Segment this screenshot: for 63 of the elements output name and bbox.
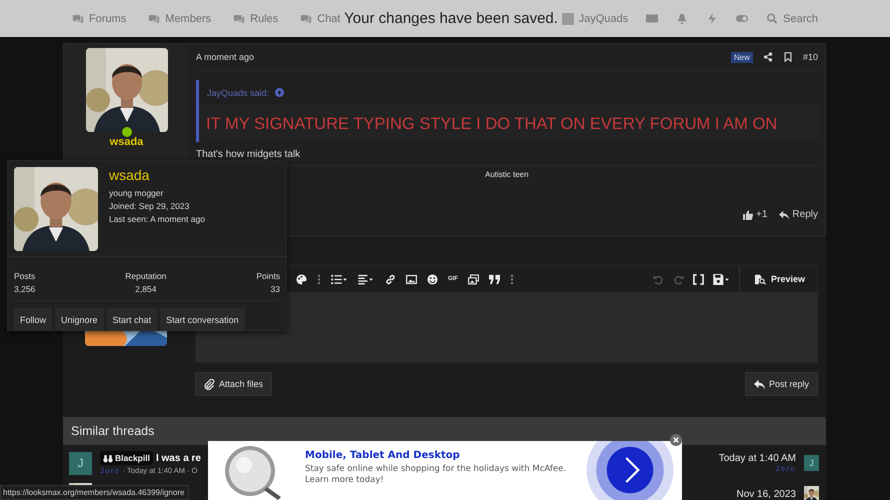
quote-text: IT MY SIGNATURE TYPING STYLE I DO THAT ON EVERY FORUM I AM ON [205, 114, 778, 135]
letter-avatar[interactable]: J [69, 452, 92, 474]
align-left-icon[interactable] [358, 274, 375, 284]
palette-icon[interactable] [296, 274, 307, 284]
post-reply-button[interactable]: Post reply [744, 372, 818, 396]
binoculars-icon [103, 454, 113, 462]
post-number-link[interactable]: #10 [802, 52, 818, 62]
toggle-icon[interactable] [736, 13, 748, 24]
profile-action-button[interactable]: Start conversation [160, 308, 245, 331]
profile-action-button[interactable]: Start chat [106, 308, 158, 331]
status-bar-url: https://looksmax.org/members/wsada.46399/ignore [0, 485, 190, 500]
attach-files-button[interactable]: Attach files [195, 372, 272, 396]
toast-message: Your changes have been saved. [344, 10, 558, 27]
username-link[interactable]: wsada [110, 136, 144, 148]
joined-date: Joined: Sep 29, 2023 [109, 201, 190, 211]
paperclip-icon [204, 378, 215, 390]
prefix-tag[interactable]: Blackpill [100, 451, 153, 465]
stat-label: Posts [14, 271, 36, 281]
last-post-date: Nov 16, 2023 [736, 488, 796, 500]
media-icon[interactable] [468, 274, 479, 284]
close-icon[interactable] [670, 434, 682, 446]
user-title: young mogger [109, 188, 164, 198]
like-button[interactable]: +1 [743, 209, 768, 220]
share-icon[interactable] [762, 52, 773, 62]
post-time: A moment ago [196, 52, 254, 62]
quote-icon[interactable] [489, 274, 500, 284]
ad-banner[interactable]: Mobile, Tablet And Desktop Stay safe online while shopping for the holidays with McAfee. Learn more today! [208, 441, 682, 500]
last-seen-text: Last seen: A moment ago [109, 214, 205, 224]
profile-action-button[interactable]: Unignore [55, 308, 104, 331]
ad-text: Stay safe online while shopping for the holidays with McAfee. Learn more today! [305, 464, 568, 486]
new-badge: New [730, 52, 753, 62]
reply-arrow-icon [779, 210, 790, 220]
stat-value: 2,854 [135, 284, 156, 294]
list-icon[interactable] [331, 274, 348, 284]
brackets-icon[interactable] [692, 274, 704, 284]
reply-link[interactable]: Reply [779, 209, 818, 220]
thumbs-up-icon [743, 210, 754, 220]
chat-bubbles-icon [300, 13, 312, 24]
reply-arrow-icon [754, 378, 765, 390]
stat-label: Points [256, 271, 280, 281]
stat-value: 33 [270, 284, 280, 294]
profile-action-button[interactable]: Follow [14, 308, 52, 331]
more-options-icon[interactable] [317, 274, 321, 284]
document-search-icon [754, 274, 766, 284]
save-icon[interactable] [712, 274, 730, 284]
thread-title-link[interactable]: I was a re [156, 452, 201, 464]
stat-value: 3,256 [14, 284, 36, 294]
letter-avatar[interactable]: J [804, 455, 819, 471]
signature-text: Autistic teen [485, 170, 529, 179]
section-header: Similar threads [63, 417, 826, 445]
more-options-icon[interactable] [510, 274, 514, 284]
search-icon [766, 13, 778, 24]
chat-bubbles-icon [72, 13, 84, 24]
ad-title[interactable]: Mobile, Tablet And Desktop [305, 450, 585, 461]
image-icon[interactable] [406, 274, 417, 284]
username-link[interactable]: wsada [109, 167, 205, 183]
arrow-up-icon[interactable] [275, 88, 284, 97]
smiley-icon[interactable] [427, 274, 438, 284]
link-icon[interactable] [385, 274, 396, 284]
stat-label: Reputation [125, 271, 166, 281]
post-text: That's how midgets talk [196, 149, 302, 160]
last-post-date: Today at 1:40 AM [718, 453, 796, 464]
bookmark-icon[interactable] [782, 52, 793, 62]
